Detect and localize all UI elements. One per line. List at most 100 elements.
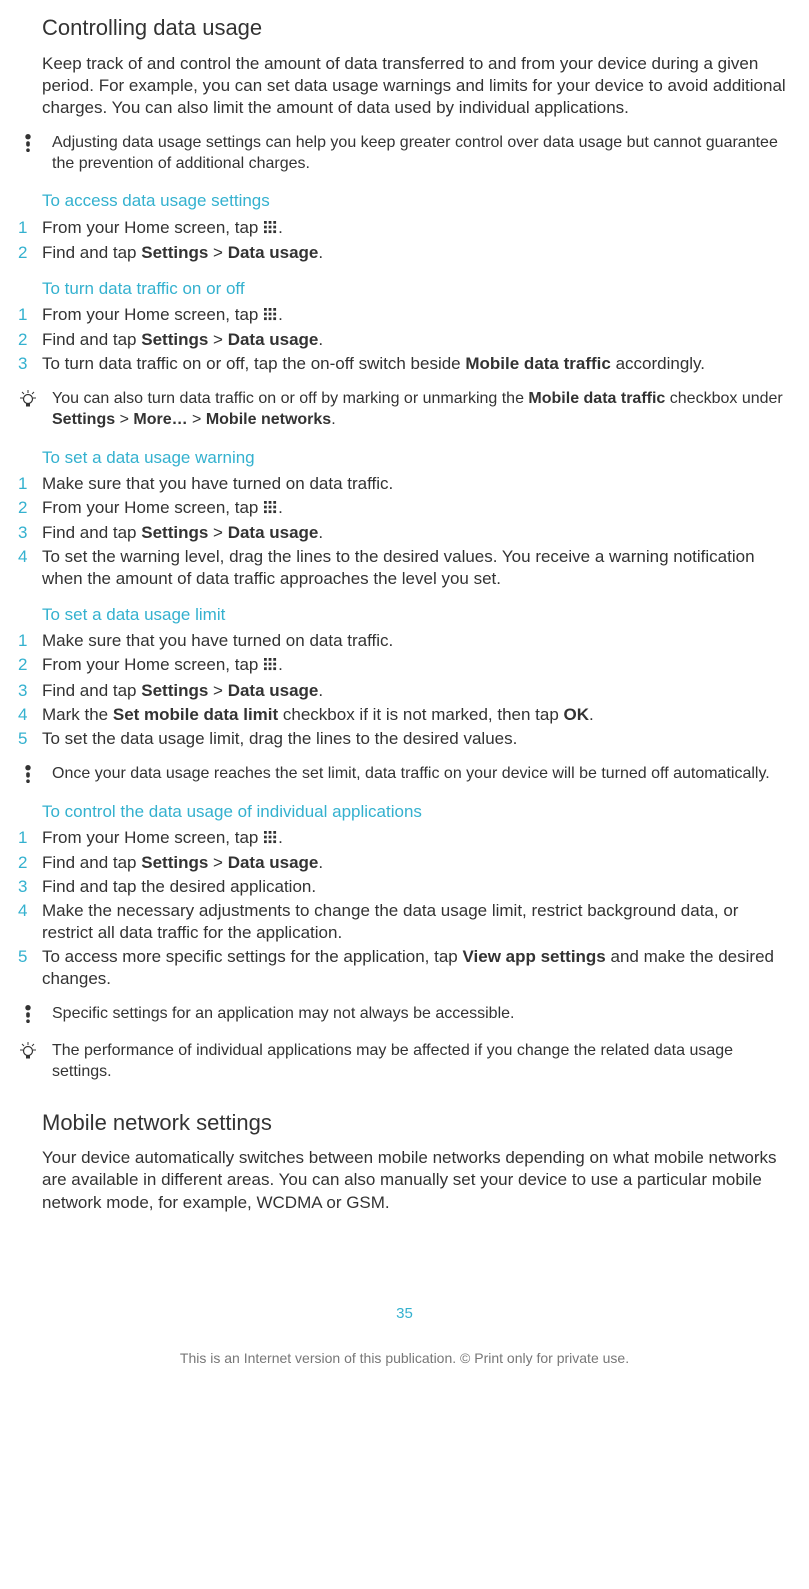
section1-intro: Keep track of and control the amount of …	[42, 53, 791, 119]
bold: Data usage	[228, 853, 319, 872]
text: >	[208, 853, 227, 872]
text: >	[208, 523, 227, 542]
text: >	[208, 330, 227, 349]
text: To set the warning level, drag the lines…	[42, 546, 791, 590]
proc3-steps: Make sure that you have turned on data t…	[18, 473, 791, 590]
text: checkbox if it is not marked, then tap	[278, 705, 563, 724]
section-title-1: Controlling data usage	[42, 14, 791, 43]
tip-note-2: The performance of individual applicatio…	[18, 1041, 791, 1083]
text: .	[278, 305, 283, 324]
warning-note-1: Adjusting data usage settings can help y…	[18, 133, 791, 175]
proc2-title: To turn data traffic on or off	[42, 278, 791, 300]
text: >	[208, 243, 227, 262]
apps-grid-icon	[264, 655, 277, 677]
step: Find and tap Settings > Data usage.	[18, 522, 791, 544]
step: Find and tap Settings > Data usage.	[18, 680, 791, 702]
text: .	[278, 828, 283, 847]
step: Make sure that you have turned on data t…	[18, 473, 791, 495]
proc1-title: To access data usage settings	[42, 190, 791, 212]
step: Find and tap Settings > Data usage.	[18, 242, 791, 264]
step: Mark the Set mobile data limit checkbox …	[18, 704, 791, 726]
text: .	[318, 330, 323, 349]
text: Find and tap	[42, 853, 141, 872]
bold: Settings	[141, 243, 208, 262]
text: Find and tap	[42, 681, 141, 700]
lightbulb-icon	[18, 389, 38, 408]
manual-page: Controlling data usage Keep track of and…	[0, 0, 809, 1397]
step: Make sure that you have turned on data t…	[18, 630, 791, 652]
text: From your Home screen, tap	[42, 305, 263, 324]
step: To access more specific settings for the…	[18, 946, 791, 990]
b: More…	[133, 411, 187, 428]
proc3-title: To set a data usage warning	[42, 447, 791, 469]
text: To access more specific settings for the…	[42, 947, 462, 966]
step: Find and tap Settings > Data usage.	[18, 852, 791, 874]
step: Make the necessary adjustments to change…	[18, 900, 791, 944]
bold: Data usage	[228, 523, 319, 542]
step: Find and tap Settings > Data usage.	[18, 329, 791, 351]
apps-grid-icon	[264, 305, 277, 327]
footer-copyright: This is an Internet version of this publ…	[18, 1349, 791, 1367]
bold: Settings	[141, 853, 208, 872]
text: To turn data traffic on or off, tap the …	[42, 354, 465, 373]
text: From your Home screen, tap	[42, 218, 263, 237]
text: Make sure that you have turned on data t…	[42, 630, 791, 652]
t: checkbox under	[665, 390, 782, 407]
t: You can also turn data traffic on or off…	[52, 390, 528, 407]
step: From your Home screen, tap .	[18, 217, 791, 240]
bold: Data usage	[228, 330, 319, 349]
text: Find and tap	[42, 243, 141, 262]
bold: Settings	[141, 681, 208, 700]
text: From your Home screen, tap	[42, 828, 263, 847]
text: Make sure that you have turned on data t…	[42, 473, 791, 495]
apps-grid-icon	[264, 218, 277, 240]
apps-grid-icon	[264, 498, 277, 520]
t: >	[188, 411, 206, 428]
text: Mark the	[42, 705, 113, 724]
text: .	[318, 243, 323, 262]
text: Find and tap	[42, 330, 141, 349]
content-area: Controlling data usage Keep track of and…	[18, 14, 791, 1214]
text: .	[318, 853, 323, 872]
proc4-steps: Make sure that you have turned on data t…	[18, 630, 791, 749]
proc5-steps: From your Home screen, tap . Find and ta…	[18, 827, 791, 991]
bold: Settings	[141, 330, 208, 349]
text: accordingly.	[611, 354, 705, 373]
tip-note-1: You can also turn data traffic on or off…	[18, 389, 791, 431]
text: .	[278, 498, 283, 517]
step: Find and tap the desired application.	[18, 876, 791, 898]
page-number: 35	[18, 1304, 791, 1324]
text: Make the necessary adjustments to change…	[42, 900, 791, 944]
step: From your Home screen, tap .	[18, 654, 791, 677]
b: Settings	[52, 411, 115, 428]
bold: Set mobile data limit	[113, 705, 278, 724]
proc2-steps: From your Home screen, tap . Find and ta…	[18, 304, 791, 375]
note-text: The performance of individual applicatio…	[52, 1041, 791, 1083]
section-title-2: Mobile network settings	[42, 1109, 791, 1138]
bold: View app settings	[462, 947, 605, 966]
text: Find and tap the desired application.	[42, 876, 791, 898]
step: From your Home screen, tap .	[18, 827, 791, 850]
warning-note-3: Specific settings for an application may…	[18, 1004, 791, 1025]
t: >	[115, 411, 133, 428]
step: From your Home screen, tap .	[18, 497, 791, 520]
warning-note-2: Once your data usage reaches the set lim…	[18, 764, 791, 785]
note-text: You can also turn data traffic on or off…	[52, 389, 791, 431]
bold: Settings	[141, 523, 208, 542]
text: Find and tap	[42, 523, 141, 542]
note-text: Specific settings for an application may…	[52, 1004, 791, 1025]
text: .	[278, 218, 283, 237]
t: .	[331, 411, 335, 428]
text: >	[208, 681, 227, 700]
text: From your Home screen, tap	[42, 655, 263, 674]
bold: Mobile data traffic	[465, 354, 610, 373]
bold: OK	[564, 705, 590, 724]
exclamation-icon	[18, 1004, 38, 1023]
b: Mobile networks	[206, 411, 331, 428]
text: .	[278, 655, 283, 674]
proc1-steps: From your Home screen, tap . Find and ta…	[18, 217, 791, 264]
bold: Data usage	[228, 681, 319, 700]
apps-grid-icon	[264, 828, 277, 850]
bold: Data usage	[228, 243, 319, 262]
text: .	[318, 523, 323, 542]
